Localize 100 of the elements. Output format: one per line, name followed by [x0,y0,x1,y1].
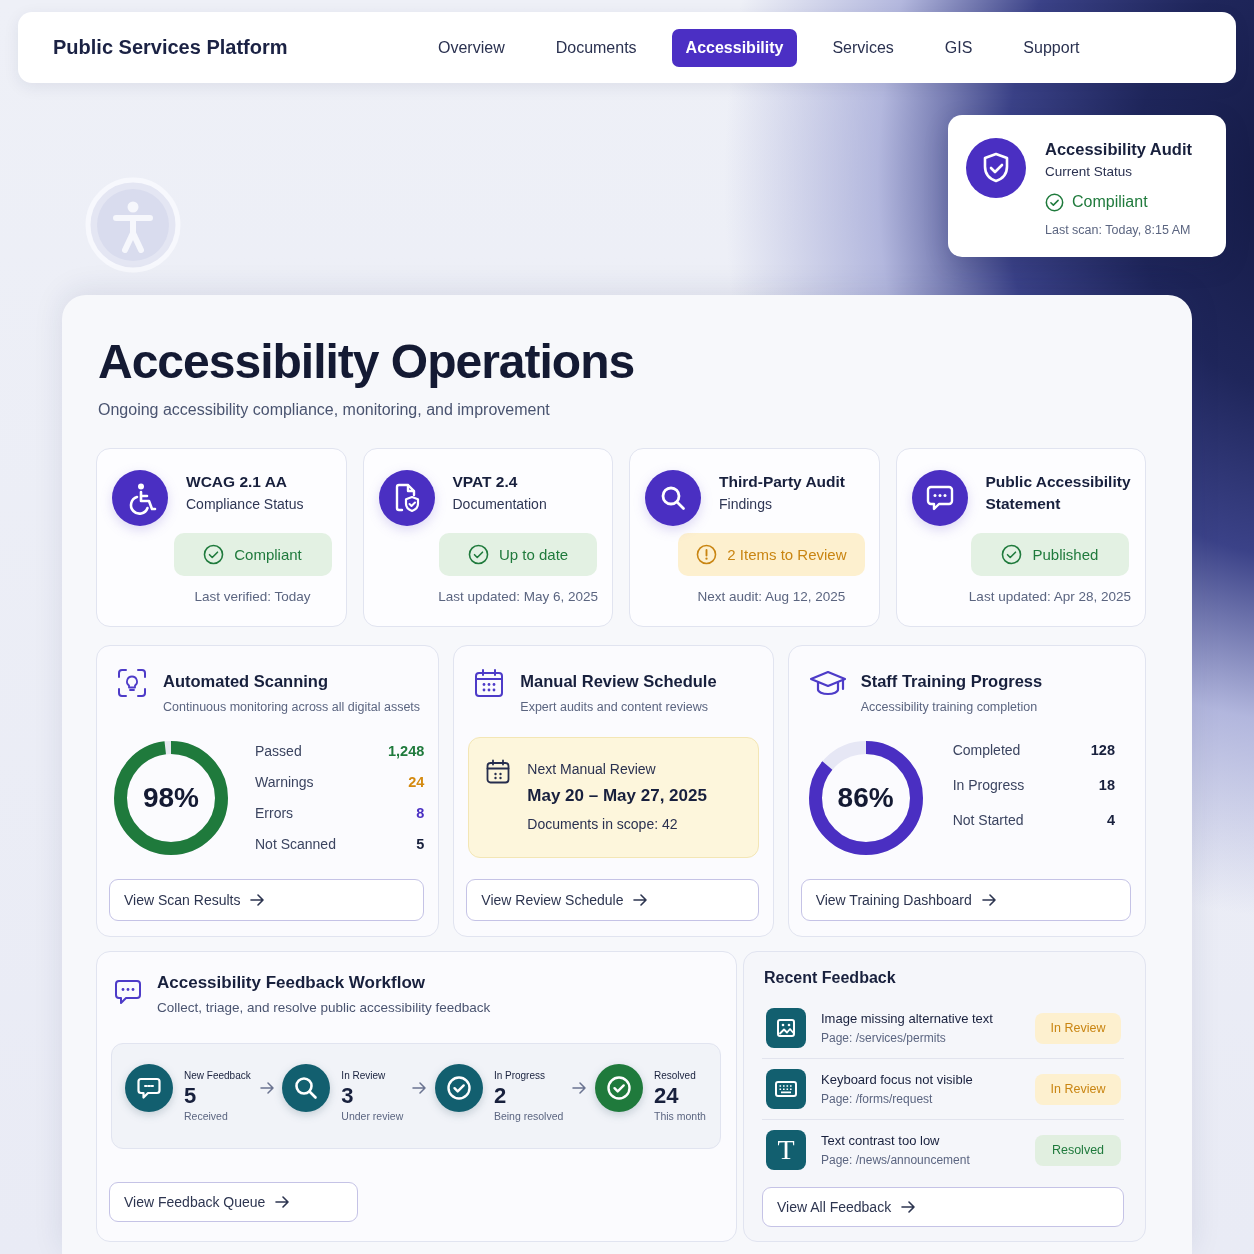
stat-label: Warnings [255,774,314,790]
last-scan-text: Last scan: Today, 8:15 AM [1045,222,1191,238]
all-feedback-button[interactable]: View All Feedback [762,1187,1124,1227]
feedback-queue-button[interactable]: View Feedback Queue [109,1182,358,1222]
wheelchair-icon [112,470,168,526]
arrow-right-icon [572,1082,587,1094]
card-title: Recent Feedback [764,968,897,988]
check-circle-icon [1045,192,1064,212]
nav-tab[interactable]: Documents [539,28,653,67]
status-label: 2 Items to Review [727,546,847,563]
review-label: Next Manual Review [527,760,657,778]
status-text: Compiliant [1072,192,1148,212]
arrow-right-icon [259,1082,274,1094]
card-subtitle: Collect, triage, and resolve public accessibility feedback [157,999,491,1017]
nav-tab[interactable]: GIS [928,28,989,67]
card-subtitle: Accessibility training completion [860,699,1039,716]
feedback-title: Image missing alternative text [821,1009,994,1027]
page-path: Page: /news/announcement [821,1151,971,1169]
arrow-right-icon [901,1201,916,1213]
card-subtitle: Current Status [1045,163,1133,181]
card-title: Automated Scanning [163,671,329,691]
stat-label: Completed [952,741,1021,758]
percentage-value: 86% [836,780,895,815]
feedback-title: Keyboard focus not visible [821,1070,974,1088]
arrow-right-icon [250,894,265,906]
chat-bubble-icon [114,978,142,1006]
card-subtitle: Documentation [452,495,547,514]
arrow-right-icon [981,894,996,906]
stat-label: Not Scanned [255,836,336,852]
review-dates: May 20 – May 27, 2025 [527,785,707,807]
review-scope: Documents in scope: 42 [527,815,679,833]
calendar-icon [486,759,511,784]
nav-tab[interactable]: Support [1007,28,1096,67]
card-title: VPAT 2.4 [452,472,519,492]
step-note: Under review [341,1109,404,1123]
step-note: This month [654,1109,706,1123]
card-subtitle: Findings [719,495,773,514]
chat-bubble-icon [911,470,968,526]
image-icon [766,1008,806,1048]
stat-label: Errors [255,805,294,821]
step-count: 2 [493,1082,508,1109]
nav-tab[interactable]: Accessibility [671,28,798,67]
percentage-value: 98% [141,780,200,815]
card-title: Accessibility Audit [1045,139,1192,159]
check-circle-icon [203,544,225,565]
step-label: In Progress [493,1069,546,1082]
scan-results-button[interactable]: View Scan Results [109,879,425,921]
step-label: New Feedback [184,1069,251,1082]
nav-tab[interactable]: Services [816,28,910,67]
feedback-title: Text contrast too low [821,1131,941,1149]
status-badge: In Review [1035,1073,1121,1105]
date-note: Last updated: Apr 28, 2025 [968,588,1131,606]
step-count: 24 [654,1082,680,1109]
card-subtitle: Expert audits and content reviews [520,699,709,716]
step-count: 5 [184,1082,198,1109]
stat-label: Not Started [952,811,1024,828]
scan-frame-icon [117,668,147,698]
step-count: 3 [341,1082,355,1109]
check-circle-icon [467,544,489,565]
arrow-right-icon [275,1196,290,1208]
status-label: Published [1032,546,1099,563]
training-dashboard-button[interactable]: View Training Dashboard [800,879,1131,921]
page-path: Page: /forms/request [821,1090,934,1108]
status-badge: In Review [1035,1012,1121,1044]
check-circle-icon [1001,544,1023,565]
date-note: Last verified: Today [194,588,311,606]
review-schedule-button[interactable]: View Review Schedule [466,879,759,921]
stat-label: Passed [255,743,302,759]
page-title: Accessibility Operations [98,334,636,389]
alert-circle-icon [696,544,718,565]
stat-value: 128 [1090,741,1115,758]
nav-tab[interactable]: Overview [422,28,521,67]
brand-name: Public Services Platform [53,36,289,59]
step-note: Being resolved [493,1109,564,1123]
date-note: Last updated: May 6, 2025 [438,588,598,606]
calendar-icon [474,668,505,698]
stat-value: 8 [416,805,425,821]
step-note: Received [184,1109,229,1123]
card-subtitle: Compliance Status [186,495,304,514]
status-label: Compliant [234,546,302,563]
stat-value: 18 [1098,776,1115,793]
stat-value: 4 [1106,811,1115,828]
arrow-right-icon [633,894,648,906]
letter-tile: T [766,1130,806,1170]
search-icon [645,470,701,526]
card-title: Manual Review Schedule [520,671,717,691]
arrow-right-icon [412,1082,427,1094]
stat-value: 5 [416,836,425,852]
card-title: Public Accessibility Statement [985,472,1132,514]
card-title: Staff Training Progress [860,671,1043,691]
accessibility-icon [85,177,181,273]
status-badge: Resolved [1035,1134,1121,1166]
step-label: Resolved [654,1069,697,1082]
step-label: In Review [341,1069,387,1082]
status-label: Up to date [498,546,569,563]
card-title: Third-Party Audit [719,472,845,492]
keyboard-icon [766,1069,806,1109]
stat-value: 24 [408,774,425,790]
page-path: Page: /services/permits [821,1029,947,1047]
shield-check-icon [966,138,1026,198]
